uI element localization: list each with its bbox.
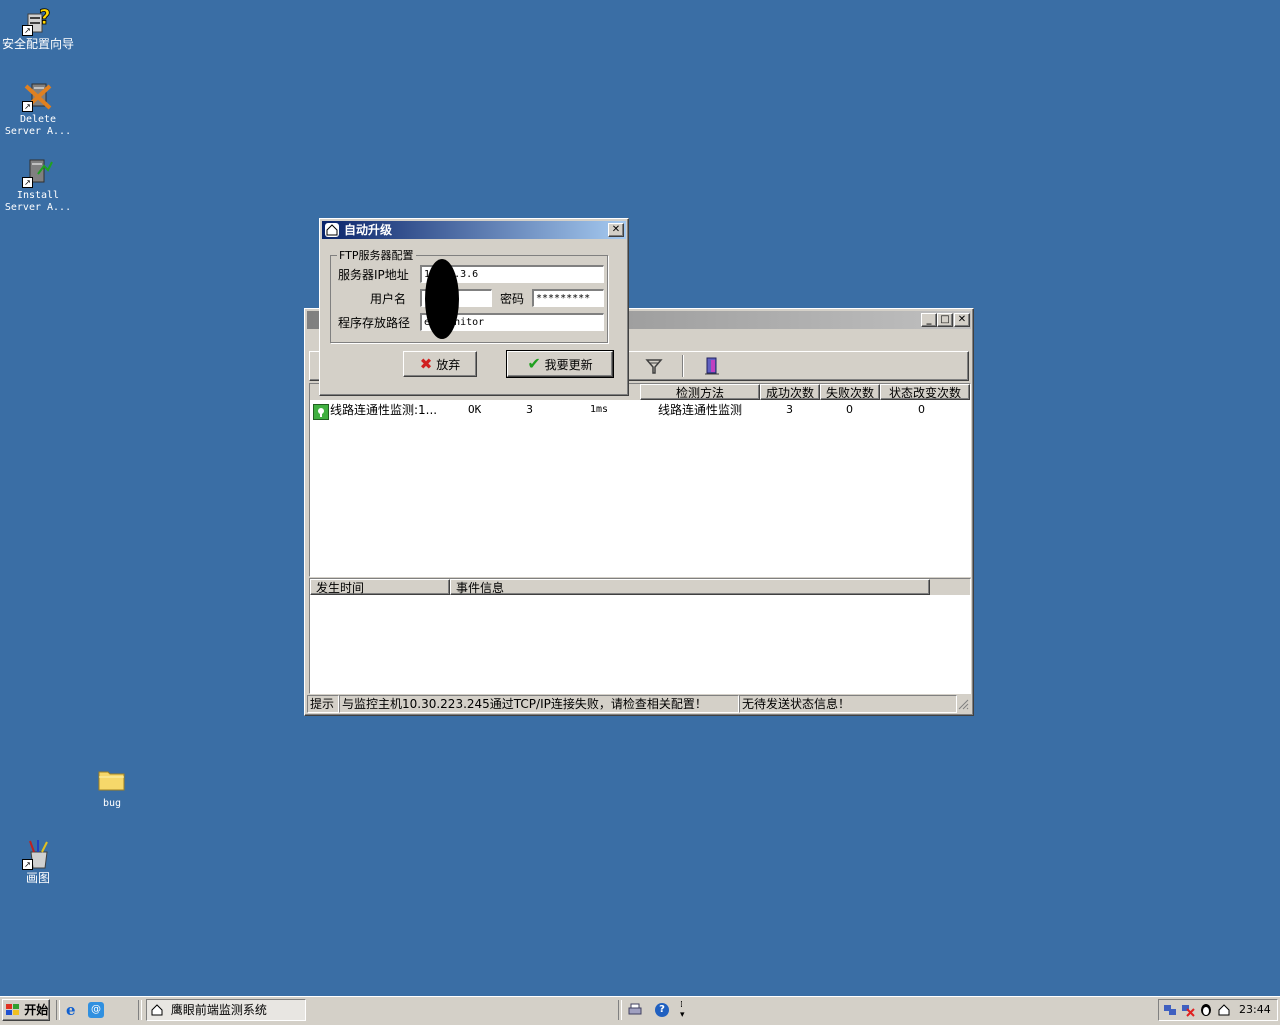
checkmark-icon: ✔: [527, 354, 541, 373]
ftp-config-label: FTP服务器配置: [339, 249, 414, 262]
windows-logo-icon: [6, 1002, 20, 1015]
clock[interactable]: 23:44: [1239, 1002, 1271, 1018]
delete-server-icon: ↗: [22, 80, 54, 112]
column-header-fail[interactable]: 失败次数: [820, 384, 880, 400]
cell-name: 线路连通性监测:1...: [330, 403, 438, 417]
column-header-method[interactable]: 检测方法: [640, 384, 760, 400]
ie-icon[interactable]: e: [66, 1002, 82, 1018]
taskbar: 开始 e @ 鹰眼前端监测系统 ? ⁞ ▾ 23:44: [0, 996, 1280, 1025]
minimize-button[interactable]: _: [921, 313, 937, 327]
app-icon: [325, 223, 339, 237]
security-wizard-icon: ? ↗: [22, 4, 54, 36]
close-button[interactable]: ✕: [954, 313, 970, 327]
cell-status: OK: [468, 403, 482, 416]
desktop-icon-label: bug: [102, 798, 122, 809]
table-row[interactable]: 线路连通性监测:1... OK 3 1ms 线路连通性监测 3 0 0: [310, 403, 970, 420]
tray-app-icon[interactable]: [1217, 1003, 1231, 1017]
folder-icon: [96, 764, 128, 796]
network-icon[interactable]: [1163, 1003, 1177, 1017]
cell-count: 3: [526, 403, 533, 416]
monitor-list: 检测方法 成功次数 失败次数 状态改变次数 线路连通性监测:1... OK 3 …: [309, 383, 971, 577]
cell-method: 线路连通性监测: [658, 403, 743, 417]
cancel-button[interactable]: ✖ 放弃: [403, 351, 477, 377]
status-message: 与监控主机10.30.223.245通过TCP/IP连接失败，请检查相关配置！: [339, 695, 739, 713]
update-button-label: 我要更新: [544, 358, 593, 372]
maximize-button[interactable]: □: [937, 313, 953, 327]
filter-icon[interactable]: [644, 356, 664, 376]
column-header-change[interactable]: 状态改变次数: [880, 384, 970, 400]
desktop-icon-label: 安全配置向导: [1, 37, 74, 51]
resize-grip-icon[interactable]: [957, 698, 969, 710]
column-header-success[interactable]: 成功次数: [760, 384, 820, 400]
column-header-time[interactable]: 发生时间: [310, 579, 450, 595]
status-bar: 提示 与监控主机10.30.223.245通过TCP/IP连接失败，请检查相关配…: [307, 695, 971, 713]
desktop-icon-bug-folder[interactable]: bug: [74, 764, 150, 810]
start-label: 开始: [24, 1003, 49, 1017]
help-icon[interactable]: ?: [655, 1003, 669, 1017]
auto-update-dialog: 自动升级 ✕ FTP服务器配置 服务器IP地址 用户名 密码 程序存放路径 ✖ …: [319, 218, 629, 396]
install-server-icon: ↗: [22, 156, 54, 188]
desktop-icon-label: 画图: [25, 871, 50, 885]
exit-door-icon[interactable]: [702, 356, 722, 376]
quicklaunch-separator: [56, 1000, 60, 1020]
update-button[interactable]: ✔ 我要更新: [506, 350, 614, 378]
cancel-button-label: 放弃: [436, 358, 461, 372]
ip-label: 服务器IP地址: [338, 268, 409, 282]
password-input[interactable]: [532, 289, 604, 307]
outlook-icon[interactable]: @: [88, 1002, 104, 1018]
app-task-icon: [150, 1003, 164, 1017]
event-list: 发生时间 事件信息: [309, 578, 971, 694]
status-label: 提示: [307, 695, 339, 713]
system-tray: 23:44: [1158, 999, 1278, 1021]
cell-change: 0: [918, 403, 925, 416]
cancel-x-icon: ✖: [419, 355, 433, 373]
monitor-status-icon: [313, 404, 329, 420]
redaction-mark: [425, 259, 459, 339]
desktop-icon-install-server[interactable]: ↗ Install Server A...: [0, 156, 76, 214]
cell-time: 1ms: [590, 404, 609, 415]
network-disconnected-icon[interactable]: [1181, 1003, 1195, 1017]
task-button-monitor[interactable]: 鹰眼前端监测系统: [146, 999, 306, 1021]
desktop-icon-delete-server[interactable]: ↗ Delete Server A...: [0, 80, 76, 138]
qq-penguin-icon[interactable]: [1199, 1003, 1213, 1017]
desktop-icon-paint[interactable]: ↗ 画图: [0, 838, 76, 884]
task-label: 鹰眼前端监测系统: [170, 1003, 267, 1017]
desktop-icon-security-wizard[interactable]: ? ↗ 安全配置向导: [0, 4, 76, 50]
desktop-icon-label: Delete Server A...: [4, 114, 72, 137]
dialog-close-button[interactable]: ✕: [608, 223, 624, 237]
path-label: 程序存放路径: [338, 316, 411, 330]
toolbar-separator: [682, 355, 684, 377]
start-button[interactable]: 开始: [2, 999, 50, 1021]
dialog-titlebar[interactable]: 自动升级 ✕: [322, 221, 626, 239]
status-right: 无待发送状态信息！: [739, 695, 957, 713]
user-label: 用户名: [370, 292, 407, 306]
column-header-event[interactable]: 事件信息: [450, 579, 930, 595]
cell-fail: 0: [846, 403, 853, 416]
svg-text:?: ?: [39, 5, 51, 29]
paint-icon: ↗: [22, 838, 54, 870]
tray-separator: [618, 1000, 622, 1020]
cell-success: 3: [786, 403, 793, 416]
quicklaunch-chevron-icon[interactable]: ⁞ ▾: [680, 1000, 685, 1020]
task-separator: [138, 1000, 142, 1020]
desktop-icon-label: Install Server A...: [4, 190, 72, 213]
printer-icon[interactable]: [628, 1003, 642, 1017]
password-label: 密码: [500, 292, 525, 306]
